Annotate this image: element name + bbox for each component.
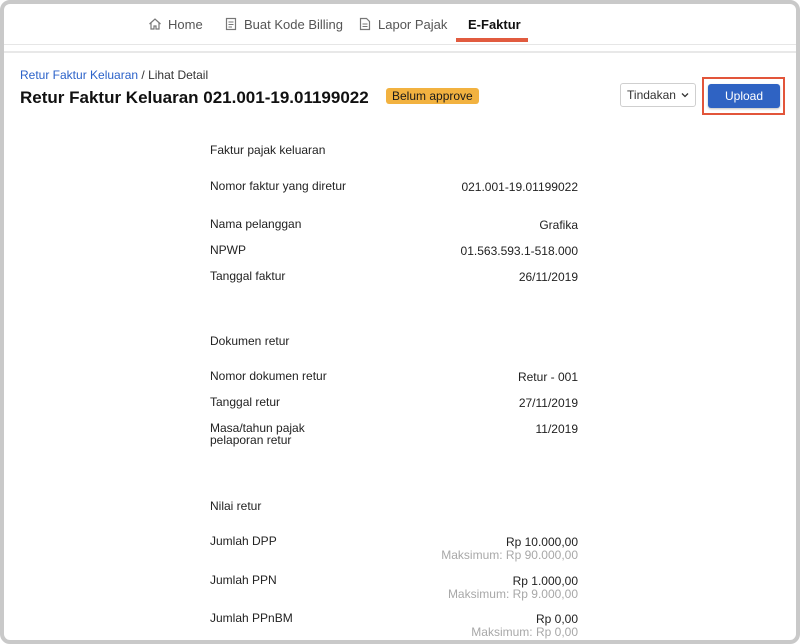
section-title-dokumen: Dokumen retur [210, 334, 290, 348]
nav-label-billing: Buat Kode Billing [244, 16, 344, 32]
chevron-down-icon [681, 93, 689, 98]
nav-item-home[interactable]: Home [148, 4, 203, 44]
nav-label-efaktur: E-Faktur [468, 16, 521, 32]
value-nomor-faktur: 021.001-19.01199022 [461, 180, 578, 194]
breadcrumb-separator: / [141, 68, 145, 82]
label-jumlah-ppnbm: Jumlah PPnBM [210, 611, 293, 625]
active-tab-indicator [456, 38, 528, 42]
section-title-nilai: Nilai retur [210, 499, 262, 513]
breadcrumb: Retur Faktur Keluaran / Lihat Detail [20, 68, 208, 82]
actions-dropdown-label: Tindakan [627, 88, 676, 102]
value-npwp: 01.563.593.1-518.000 [460, 244, 578, 258]
section-title-faktur: Faktur pajak keluaran [210, 143, 326, 157]
label-jumlah-dpp: Jumlah DPP [210, 534, 277, 548]
value-jumlah-dpp: Rp 10.000,00 [505, 535, 578, 549]
upload-button[interactable]: Upload [708, 84, 780, 108]
label-nama-pelanggan: Nama pelanggan [210, 217, 302, 231]
label-jumlah-ppn: Jumlah PPN [210, 573, 277, 587]
value-tanggal-retur: 27/11/2019 [518, 396, 578, 410]
breadcrumb-current: Lihat Detail [148, 68, 209, 82]
label-nomor-dokumen: Nomor dokumen retur [210, 369, 327, 383]
value-nomor-dokumen: Retur - 001 [517, 370, 578, 384]
value-tanggal-faktur: 26/11/2019 [518, 270, 578, 284]
value-jumlah-ppnbm: Rp 0,00 [535, 612, 578, 626]
label-tanggal-faktur: Tanggal faktur [210, 269, 286, 283]
divider [4, 51, 796, 53]
actions-dropdown[interactable]: Tindakan [620, 83, 696, 107]
label-tanggal-retur: Tanggal retur [210, 395, 281, 409]
nav-item-lapor[interactable]: Lapor Pajak [358, 4, 447, 44]
page-title: Retur Faktur Keluaran 021.001-19.0119902… [20, 88, 369, 107]
nav-label-lapor: Lapor Pajak [378, 16, 448, 32]
max-jumlah-ppnbm: Maksimum: Rp 0,00 [471, 625, 578, 639]
label-nomor-faktur: Nomor faktur yang diretur [210, 179, 347, 193]
nav-label-home: Home [168, 16, 203, 32]
nav-item-billing[interactable]: Buat Kode Billing [224, 4, 343, 44]
max-jumlah-dpp: Maksimum: Rp 90.000,00 [441, 548, 578, 562]
report-icon [359, 17, 371, 31]
max-jumlah-ppn: Maksimum: Rp 9.000,00 [447, 587, 578, 601]
value-masa-pajak: 11/2019 [535, 422, 579, 436]
value-jumlah-ppn: Rp 1.000,00 [512, 574, 578, 588]
label-npwp: NPWP [210, 243, 246, 257]
breadcrumb-link-retur[interactable]: Retur Faktur Keluaran [20, 68, 138, 82]
status-badge: Belum approve [386, 88, 479, 104]
label-masa-pajak: Masa/tahun pajak pelaporan retur [210, 421, 305, 447]
top-navigation: Home Buat Kode Billing Lapor Pajak E-Fak… [4, 4, 796, 45]
app-window: Home Buat Kode Billing Lapor Pajak E-Fak… [0, 0, 800, 644]
value-nama-pelanggan: Grafika [539, 218, 578, 232]
home-icon [149, 18, 161, 30]
document-icon [225, 17, 237, 31]
